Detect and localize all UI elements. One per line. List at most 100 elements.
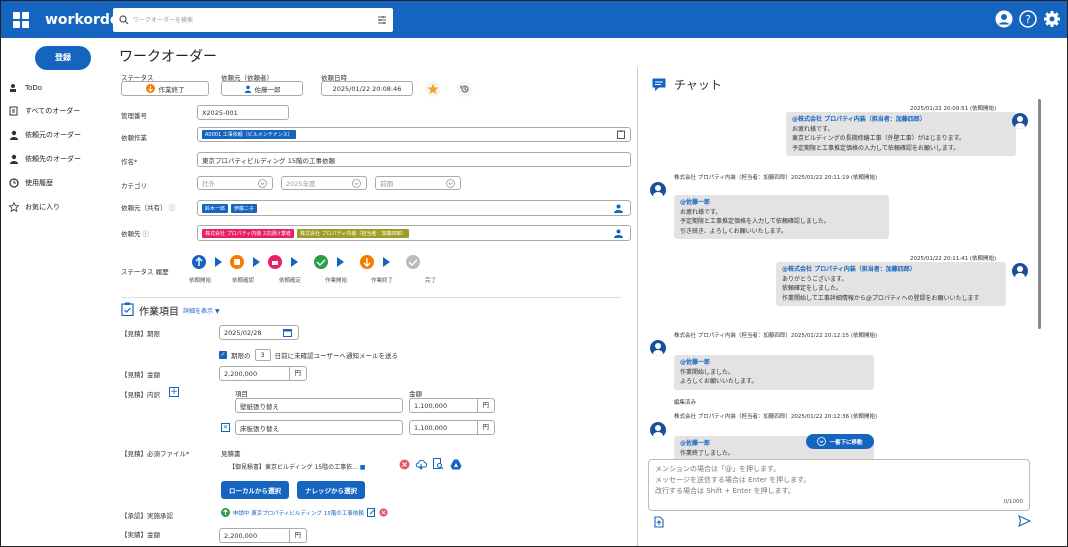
register-button[interactable]: 登録: [35, 46, 91, 70]
breakdown-amount-header: 金額: [409, 390, 422, 398]
breakdown-amount-input[interactable]: 1,100,000 円: [409, 420, 495, 435]
user-avatar: [650, 422, 666, 438]
select-knowledge-button[interactable]: ナレッジから選択: [297, 481, 365, 499]
copy-icon[interactable]: [617, 130, 625, 139]
delete-circle-icon[interactable]: [379, 508, 388, 517]
select-local-button[interactable]: ローカルから選択: [221, 481, 289, 499]
sidebar-item-all-orders[interactable]: すべてのオーダー: [9, 106, 80, 116]
help-icon[interactable]: ?: [1019, 10, 1037, 28]
deadline-input[interactable]: 2025/02/28: [219, 325, 299, 340]
favorite-star-button[interactable]: [425, 81, 441, 97]
assignee-chip[interactable]: 株式会社 プロパティ内装 2次請け業者: [202, 228, 295, 238]
category-select-3[interactable]: 前期: [375, 176, 461, 190]
chat-message: @佐藤一郎 作業開始しました。 よろしくお願いいたします。: [674, 355, 874, 390]
chevron-down-icon: [352, 178, 361, 188]
add-group-icon[interactable]: [613, 204, 624, 213]
chat-scrollbar[interactable]: [1038, 99, 1041, 329]
shared-chip[interactable]: 伊藤二子: [231, 203, 258, 213]
category-value: 2025年度: [286, 180, 316, 188]
delete-circle-icon[interactable]: [399, 459, 410, 470]
search-input[interactable]: ワークオーダーを検索: [133, 15, 377, 24]
drive-icon[interactable]: [450, 459, 462, 470]
approval-value: 申請中 東京プロパティビルディング 15階の工事依頼: [233, 510, 364, 517]
chat-panel: チャット 2025/01/22 20:09:51 (依頼開始) @株式会社 プロ…: [638, 38, 1067, 546]
file-name[interactable]: 【御見積書】東京ビルディング 15階の工事依... ■: [229, 462, 365, 471]
sidebar: 登録 ToDo すべてのオーダー 依頼元のオーダー 依頼先のオーダー 使用履歴 …: [1, 38, 109, 546]
sidebar-item-label: ToDo: [25, 84, 43, 92]
message-mention[interactable]: @佐藤一郎: [680, 358, 868, 368]
manage-no-input[interactable]: X2025-001: [197, 105, 289, 120]
subject-input[interactable]: 東京プロパティビルディング 15階の工事依頼: [197, 152, 631, 167]
notify-checkbox[interactable]: ✓: [219, 351, 227, 359]
sidebar-item-label: お気に入り: [25, 203, 60, 211]
requester-field[interactable]: 佐藤一郎: [221, 81, 303, 96]
deadline-value: 2025/02/28: [224, 328, 262, 337]
breakdown-item-input[interactable]: 壁紙張り替え: [235, 398, 403, 413]
message-line: 作業開始して工事詳細情報から@プロパティへの登録をお願いいたします: [782, 294, 980, 302]
history-step-label: 依頼確定: [279, 278, 302, 284]
category-value: 前期: [380, 180, 393, 188]
filter-icon[interactable]: [377, 15, 387, 25]
chat-message: @株式会社 プロパティ内装（担当者：加藤四郎） ありがとうございます。 依頼確定…: [776, 262, 1006, 306]
message-mention[interactable]: @佐藤一郎: [680, 198, 883, 208]
status-field[interactable]: 作業終了: [121, 81, 209, 96]
attach-file-icon[interactable]: [654, 516, 665, 528]
assignee-chip[interactable]: 株式会社 プロパティ内装（担当者：加藤四郎）: [297, 228, 410, 238]
status-arrow-icon: [145, 84, 155, 93]
message-mention[interactable]: @株式会社 プロパティ内装（担当者：加藤四郎）: [782, 265, 1000, 275]
message-line: 作業終了しました。: [680, 449, 735, 457]
caret-down-icon: ▼: [214, 308, 220, 315]
manage-no-label: 管理番号: [121, 112, 147, 120]
request-work-field[interactable]: A0001 工事依頼（ビルメンテナンス）: [197, 127, 631, 142]
sidebar-item-history[interactable]: 使用履歴: [9, 178, 53, 188]
apps-grid-icon[interactable]: [13, 11, 29, 28]
history-step-label: 依頼開始: [189, 278, 212, 284]
breakdown-item-input[interactable]: 床板張り替え: [235, 420, 403, 435]
scroll-to-bottom-button[interactable]: 一番下に移動: [806, 434, 874, 449]
sidebar-item-requester-orders[interactable]: 依頼元のオーダー: [9, 130, 81, 140]
assignee-field[interactable]: 株式会社 プロパティ内装 2次請け業者 株式会社 プロパティ内装（担当者：加藤四…: [197, 225, 631, 241]
chat-message-input[interactable]: メンションの場合は「@」を押します。 メッセージを送信する場合は Enter を…: [648, 459, 1030, 511]
person-check-icon: [10, 84, 16, 92]
char-counter: 0/1000: [1003, 499, 1023, 505]
settings-gear-icon[interactable]: [1043, 10, 1061, 28]
calendar-icon[interactable]: [283, 328, 292, 337]
shared-chip[interactable]: 鈴木一郎: [202, 203, 229, 213]
history-button[interactable]: [457, 81, 473, 97]
sidebar-item-favorites[interactable]: お気に入り: [9, 202, 60, 212]
search-box[interactable]: ワークオーダーを検索: [113, 7, 393, 32]
message-mention[interactable]: @株式会社 プロパティ内装（担当者：加藤四郎）: [792, 115, 1010, 125]
sidebar-item-todo[interactable]: ToDo: [9, 83, 42, 93]
add-group-icon[interactable]: [613, 229, 624, 238]
actual-amount-label: 【実績】金額: [121, 531, 160, 539]
category-select-1[interactable]: 社外: [197, 176, 273, 190]
actual-amount-input[interactable]: 2,200,000 円: [219, 528, 307, 543]
files-heading: 見積書: [221, 450, 241, 458]
sidebar-item-assignee-orders[interactable]: 依頼先のオーダー: [9, 154, 81, 164]
subject-label: 作名*: [121, 158, 138, 166]
notify-days-input[interactable]: 3: [254, 349, 271, 361]
star-icon: [427, 83, 439, 95]
brand-logo[interactable]: workorder: [45, 12, 126, 28]
add-row-button[interactable]: +: [169, 387, 179, 397]
shared-label: 依頼元（共有） ⓘ: [121, 204, 176, 212]
show-detail-link[interactable]: 詳細を表示 ▼: [183, 306, 220, 315]
amount-input[interactable]: 2,200,000 円: [219, 366, 307, 381]
remove-row-button[interactable]: ×: [221, 423, 230, 432]
account-icon[interactable]: [995, 10, 1013, 28]
breakdown-amount-input[interactable]: 1,100,000 円: [409, 398, 495, 413]
edit-icon[interactable]: [366, 508, 376, 517]
approval-label: 【承認】実施承認: [121, 512, 173, 520]
file-search-icon[interactable]: [433, 458, 444, 470]
sidebar-item-label: 依頼元のオーダー: [25, 131, 81, 139]
notify-row: ✓ 期限の 3 日前に未確認ユーザーへ通知メールを送る: [219, 349, 398, 361]
shared-field[interactable]: 鈴木一郎 伊藤二子: [197, 200, 631, 216]
cloud-download-icon[interactable]: [415, 459, 427, 470]
requested-at-field[interactable]: 2025/01/22 20:08:46: [321, 81, 413, 96]
input-hint: メッセージを送信する場合は Enter を押します。: [655, 476, 811, 484]
category-select-2[interactable]: 2025年度: [281, 176, 367, 190]
actual-amount-unit: 円: [288, 529, 307, 542]
approval-link[interactable]: 申請中 東京プロパティビルディング 15階の工事依頼: [221, 508, 388, 517]
send-icon[interactable]: [1018, 515, 1031, 527]
amount-value: 2,200,000: [224, 369, 258, 378]
